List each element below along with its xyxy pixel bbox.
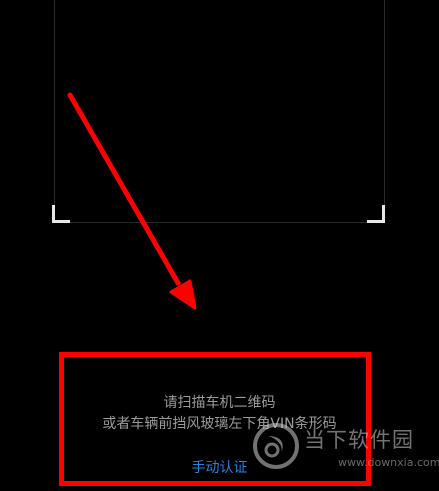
scan-hint-qrcode: 请扫描车机二维码 (163, 395, 276, 411)
watermark: 当下软件园 www.downxia.com (252, 420, 439, 476)
watermark-url: www.downxia.com (338, 456, 439, 469)
downxia-logo-icon (253, 423, 299, 469)
watermark-title: 当下软件园 (304, 428, 414, 452)
